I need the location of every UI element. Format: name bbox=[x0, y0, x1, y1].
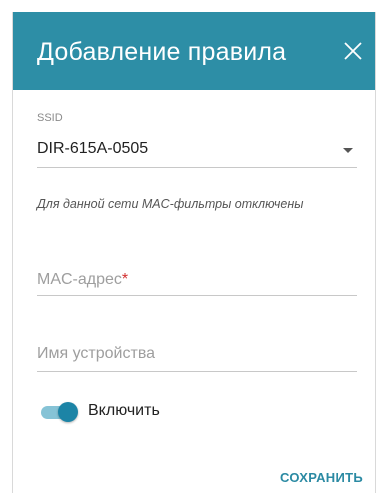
mac-filter-notice: Для данной сети MAC-фильтры отключены bbox=[37, 197, 304, 211]
ssid-select[interactable]: DIR-615A-0505 bbox=[37, 130, 357, 170]
device-name-input[interactable] bbox=[37, 339, 357, 365]
toggle-knob bbox=[58, 402, 78, 422]
mac-address-input[interactable] bbox=[37, 267, 357, 293]
device-name-underline bbox=[37, 371, 357, 372]
save-button[interactable]: СОХРАНИТЬ bbox=[280, 470, 363, 485]
close-button[interactable] bbox=[341, 39, 365, 63]
enable-toggle-label: Включить bbox=[88, 402, 160, 419]
ssid-label: SSID bbox=[37, 112, 63, 124]
ssid-underline bbox=[37, 167, 357, 168]
enable-toggle[interactable] bbox=[41, 402, 78, 422]
chevron-down-icon bbox=[343, 148, 353, 153]
ssid-value: DIR-615A-0505 bbox=[37, 140, 149, 157]
close-icon bbox=[344, 42, 362, 60]
dialog-title: Добавление правила bbox=[37, 38, 287, 66]
add-rule-dialog: Добавление правила SSID DIR-615A-0505 Дл… bbox=[12, 12, 376, 493]
mac-address-underline bbox=[37, 295, 357, 296]
dialog-header: Добавление правила bbox=[13, 12, 375, 90]
